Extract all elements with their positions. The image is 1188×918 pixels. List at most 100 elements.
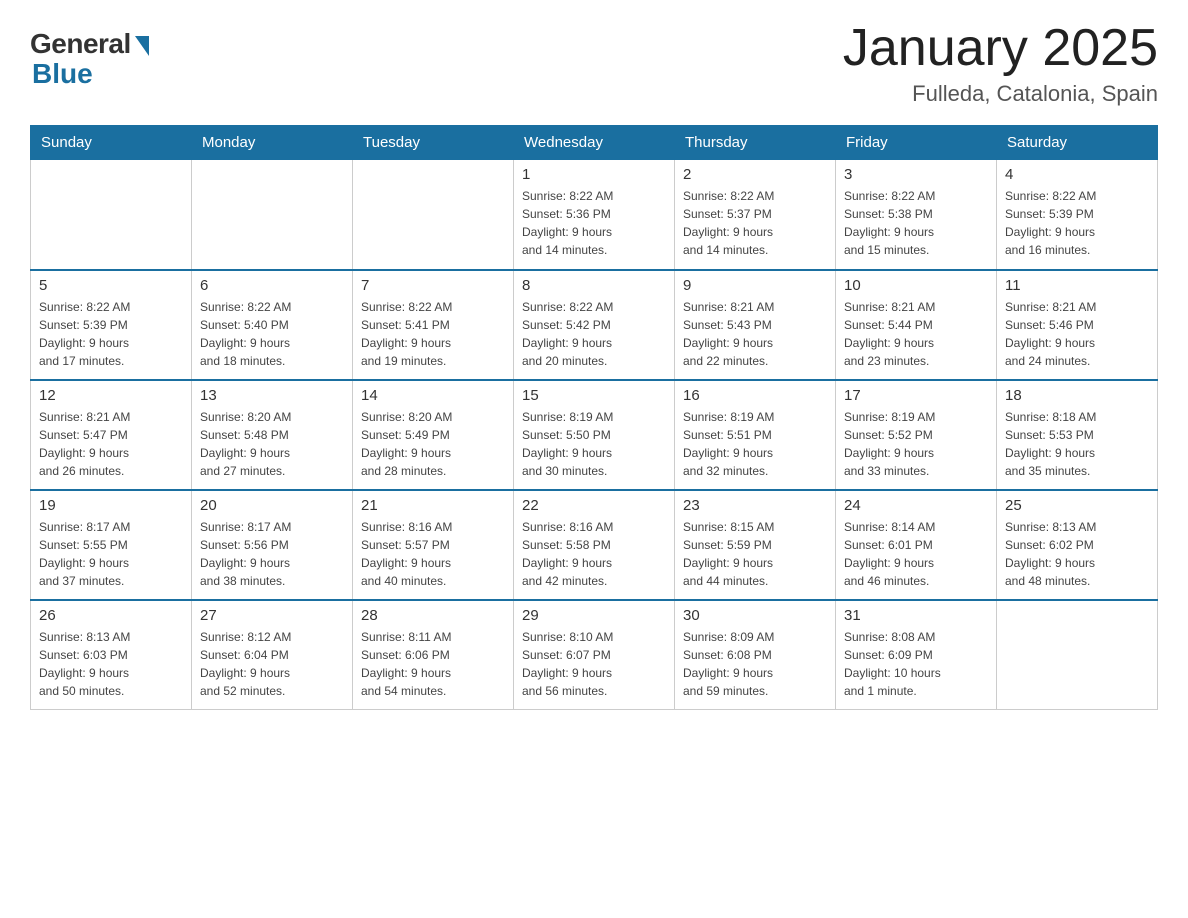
day-number: 26 [39,607,183,624]
day-number: 12 [39,387,183,404]
day-number: 9 [683,277,827,294]
day-number: 2 [683,166,827,183]
calendar-cell-w1-d6: 4 Sunrise: 8:22 AM Sunset: 5:39 PM Daylig… [997,160,1158,270]
logo-blue-text: Blue [32,58,93,90]
day-number: 17 [844,387,988,404]
calendar-cell-w4-d5: 24 Sunrise: 8:14 AM Sunset: 6:01 PM Dayli… [836,490,997,600]
day-info: Sunrise: 8:10 AM Sunset: 6:07 PM Dayligh… [522,628,666,700]
day-info: Sunrise: 8:13 AM Sunset: 6:02 PM Dayligh… [1005,518,1149,590]
calendar-cell-w5-d2: 28Sunrise: 8:11 AM Sunset: 6:06 PM Dayli… [353,600,514,710]
calendar-cell-w3-d2: 14Sunrise: 8:20 AM Sunset: 5:49 PM Dayli… [353,380,514,490]
page-header: General Blue January 2025 Fulleda, Catal… [30,20,1158,107]
day-info: Sunrise: 8:13 AM Sunset: 6:03 PM Dayligh… [39,628,183,700]
calendar-cell-w5-d1: 27 Sunrise: 8:12 AM Sunset: 6:04 PM Dayli… [192,600,353,710]
calendar-cell-w2-d4: 9 Sunrise: 8:21 AM Sunset: 5:43 PM Daylig… [675,270,836,380]
day-info: Sunrise: 8:16 AM Sunset: 5:58 PM Dayligh… [522,518,666,590]
calendar-cell-w4-d4: 23 Sunrise: 8:15 AM Sunset: 5:59 PM Dayli… [675,490,836,600]
day-info: Sunrise: 8:14 AM Sunset: 6:01 PM Dayligh… [844,518,988,590]
title-block: January 2025 Fulleda, Catalonia, Spain [843,20,1158,107]
day-number: 16 [683,387,827,404]
day-number: 20 [200,497,344,514]
day-number: 24 [844,497,988,514]
day-number: 15 [522,387,666,404]
calendar-cell-w5-d3: 29 Sunrise: 8:10 AM Sunset: 6:07 PM Dayli… [514,600,675,710]
day-info: Sunrise: 8:21 AM Sunset: 5:47 PM Dayligh… [39,408,183,480]
calendar-cell-w3-d1: 13 Sunrise: 8:20 AM Sunset: 5:48 PM Dayli… [192,380,353,490]
calendar-cell-w5-d4: 30 Sunrise: 8:09 AM Sunset: 6:08 PM Dayli… [675,600,836,710]
day-info: Sunrise: 8:16 AM Sunset: 5:57 PM Dayligh… [361,518,505,590]
calendar-cell-w2-d2: 7Sunrise: 8:22 AM Sunset: 5:41 PM Daylig… [353,270,514,380]
logo: General Blue [30,28,149,90]
day-number: 7 [361,277,505,294]
calendar-table: Sunday Monday Tuesday Wednesday Thursday… [30,125,1158,710]
calendar-cell-w1-d1 [192,160,353,270]
day-number: 4 [1005,166,1149,183]
logo-triangle-icon [135,36,149,56]
week-row-2: 5Sunrise: 8:22 AM Sunset: 5:39 PM Daylig… [31,270,1158,380]
calendar-cell-w2-d6: 11Sunrise: 8:21 AM Sunset: 5:46 PM Dayli… [997,270,1158,380]
header-thursday: Thursday [675,126,836,160]
day-number: 30 [683,607,827,624]
day-info: Sunrise: 8:20 AM Sunset: 5:48 PM Dayligh… [200,408,344,480]
day-info: Sunrise: 8:08 AM Sunset: 6:09 PM Dayligh… [844,628,988,700]
day-number: 13 [200,387,344,404]
day-info: Sunrise: 8:12 AM Sunset: 6:04 PM Dayligh… [200,628,344,700]
week-row-3: 12 Sunrise: 8:21 AM Sunset: 5:47 PM Dayli… [31,380,1158,490]
day-info: Sunrise: 8:21 AM Sunset: 5:43 PM Dayligh… [683,298,827,370]
day-number: 27 [200,607,344,624]
calendar-cell-w2-d5: 10 Sunrise: 8:21 AM Sunset: 5:44 PM Dayli… [836,270,997,380]
calendar-cell-w3-d5: 17 Sunrise: 8:19 AM Sunset: 5:52 PM Dayli… [836,380,997,490]
calendar-cell-w5-d5: 31 Sunrise: 8:08 AM Sunset: 6:09 PM Dayli… [836,600,997,710]
day-number: 29 [522,607,666,624]
day-info: Sunrise: 8:21 AM Sunset: 5:44 PM Dayligh… [844,298,988,370]
calendar-cell-w3-d4: 16Sunrise: 8:19 AM Sunset: 5:51 PM Dayli… [675,380,836,490]
calendar-cell-w4-d0: 19Sunrise: 8:17 AM Sunset: 5:55 PM Dayli… [31,490,192,600]
day-number: 19 [39,497,183,514]
day-info: Sunrise: 8:09 AM Sunset: 6:08 PM Dayligh… [683,628,827,700]
calendar-cell-w1-d5: 3Sunrise: 8:22 AM Sunset: 5:38 PM Daylig… [836,160,997,270]
day-number: 6 [200,277,344,294]
week-row-4: 19Sunrise: 8:17 AM Sunset: 5:55 PM Dayli… [31,490,1158,600]
day-info: Sunrise: 8:15 AM Sunset: 5:59 PM Dayligh… [683,518,827,590]
day-info: Sunrise: 8:19 AM Sunset: 5:52 PM Dayligh… [844,408,988,480]
day-info: Sunrise: 8:22 AM Sunset: 5:37 PM Dayligh… [683,187,827,259]
calendar-cell-w4-d6: 25 Sunrise: 8:13 AM Sunset: 6:02 PM Dayli… [997,490,1158,600]
calendar-cell-w5-d0: 26 Sunrise: 8:13 AM Sunset: 6:03 PM Dayli… [31,600,192,710]
day-number: 25 [1005,497,1149,514]
day-info: Sunrise: 8:17 AM Sunset: 5:56 PM Dayligh… [200,518,344,590]
day-number: 21 [361,497,505,514]
calendar-cell-w4-d2: 21 Sunrise: 8:16 AM Sunset: 5:57 PM Dayli… [353,490,514,600]
calendar-cell-w1-d4: 2 Sunrise: 8:22 AM Sunset: 5:37 PM Daylig… [675,160,836,270]
calendar-cell-w2-d0: 5Sunrise: 8:22 AM Sunset: 5:39 PM Daylig… [31,270,192,380]
day-info: Sunrise: 8:22 AM Sunset: 5:39 PM Dayligh… [39,298,183,370]
day-info: Sunrise: 8:22 AM Sunset: 5:40 PM Dayligh… [200,298,344,370]
day-info: Sunrise: 8:22 AM Sunset: 5:38 PM Dayligh… [844,187,988,259]
weekday-header-row: Sunday Monday Tuesday Wednesday Thursday… [31,126,1158,160]
day-info: Sunrise: 8:19 AM Sunset: 5:50 PM Dayligh… [522,408,666,480]
day-info: Sunrise: 8:20 AM Sunset: 5:49 PM Dayligh… [361,408,505,480]
calendar-cell-w1-d0 [31,160,192,270]
day-number: 22 [522,497,666,514]
day-number: 18 [1005,387,1149,404]
day-info: Sunrise: 8:21 AM Sunset: 5:46 PM Dayligh… [1005,298,1149,370]
calendar-cell-w3-d0: 12 Sunrise: 8:21 AM Sunset: 5:47 PM Dayli… [31,380,192,490]
day-number: 31 [844,607,988,624]
day-number: 23 [683,497,827,514]
calendar-cell-w4-d3: 22 Sunrise: 8:16 AM Sunset: 5:58 PM Dayli… [514,490,675,600]
day-number: 8 [522,277,666,294]
week-row-5: 26 Sunrise: 8:13 AM Sunset: 6:03 PM Dayli… [31,600,1158,710]
location-title: Fulleda, Catalonia, Spain [843,81,1158,107]
month-title: January 2025 [843,20,1158,77]
calendar-cell-w2-d3: 8 Sunrise: 8:22 AM Sunset: 5:42 PM Daylig… [514,270,675,380]
day-info: Sunrise: 8:18 AM Sunset: 5:53 PM Dayligh… [1005,408,1149,480]
day-info: Sunrise: 8:22 AM Sunset: 5:39 PM Dayligh… [1005,187,1149,259]
day-number: 10 [844,277,988,294]
day-info: Sunrise: 8:11 AM Sunset: 6:06 PM Dayligh… [361,628,505,700]
calendar-cell-w4-d1: 20 Sunrise: 8:17 AM Sunset: 5:56 PM Dayli… [192,490,353,600]
calendar-cell-w2-d1: 6 Sunrise: 8:22 AM Sunset: 5:40 PM Daylig… [192,270,353,380]
calendar-cell-w5-d6 [997,600,1158,710]
header-tuesday: Tuesday [353,126,514,160]
day-info: Sunrise: 8:22 AM Sunset: 5:42 PM Dayligh… [522,298,666,370]
calendar-cell-w1-d2 [353,160,514,270]
week-row-1: 1Sunrise: 8:22 AM Sunset: 5:36 PM Daylig… [31,160,1158,270]
